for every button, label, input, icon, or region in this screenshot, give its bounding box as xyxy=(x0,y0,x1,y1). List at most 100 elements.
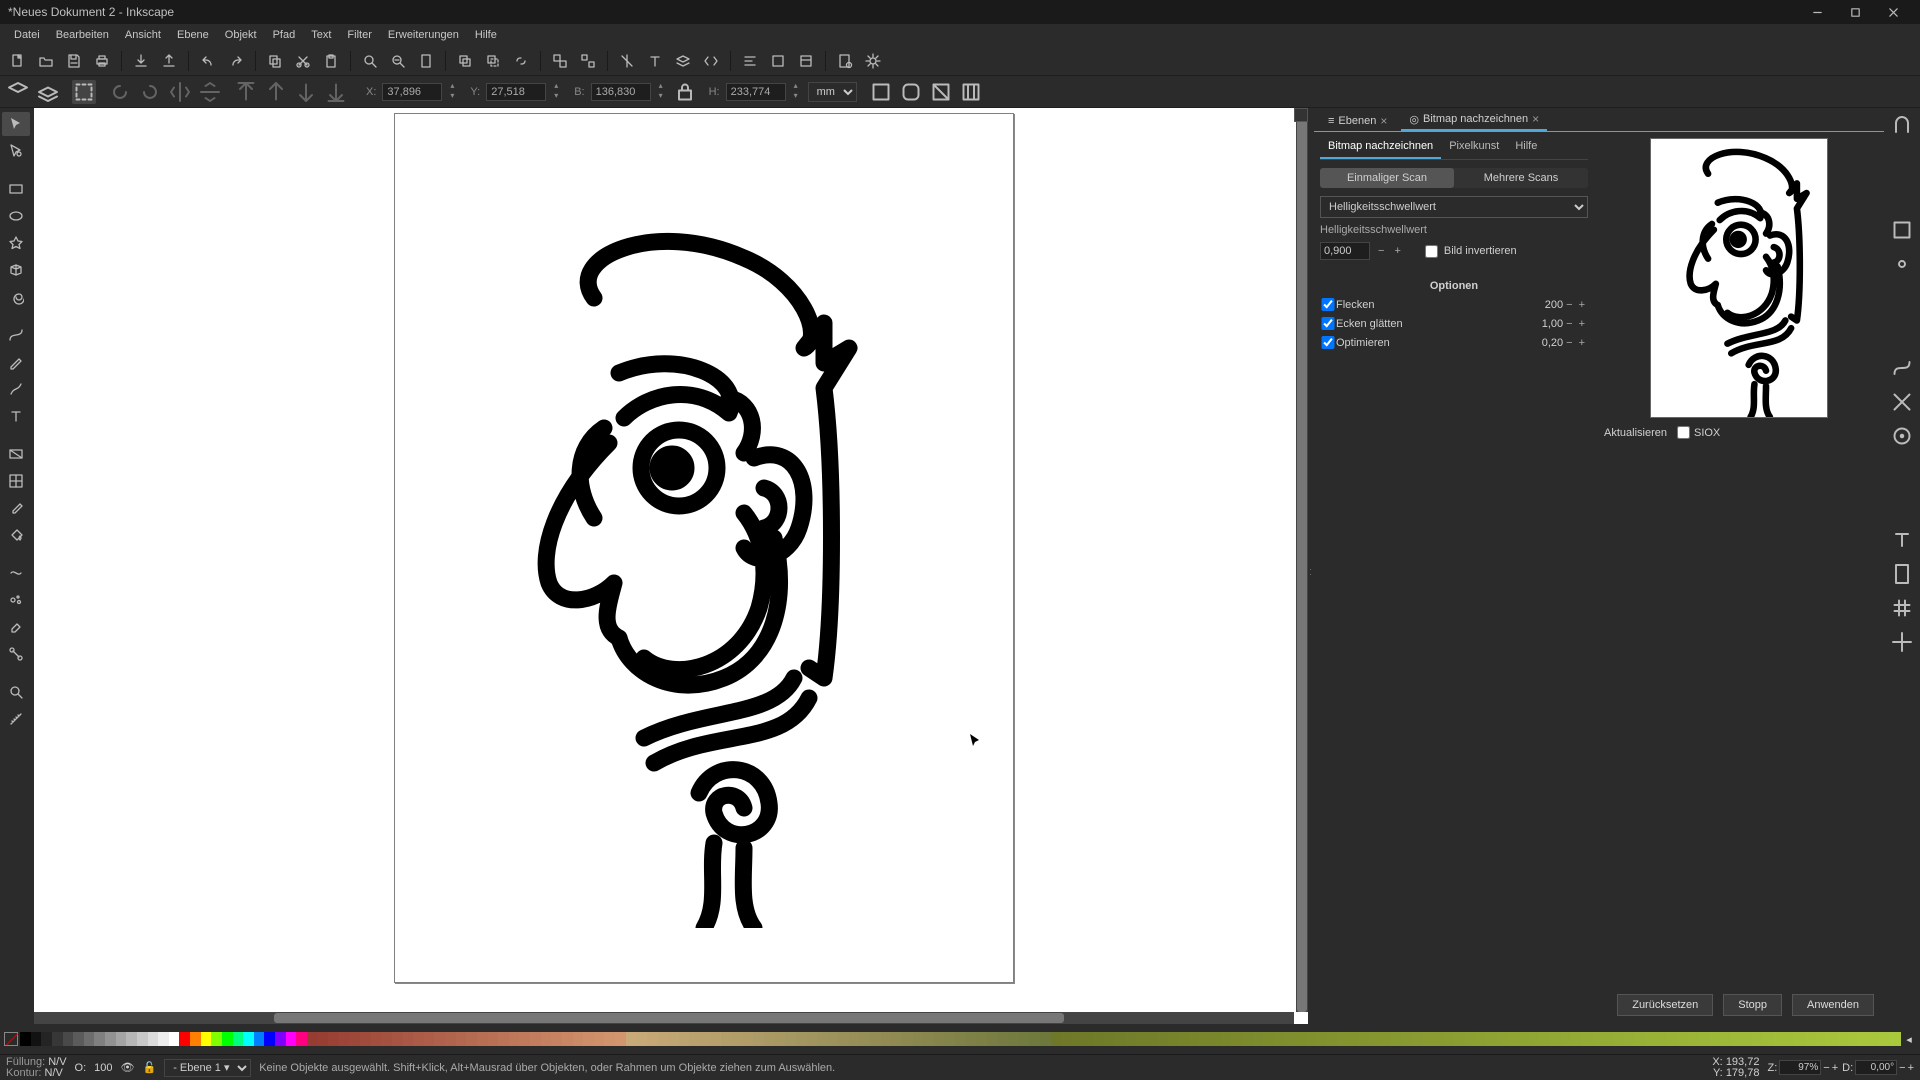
corners-decr[interactable]: − xyxy=(1563,318,1575,330)
undo-button[interactable] xyxy=(196,49,220,73)
layer-visible-icon[interactable]: 👁 xyxy=(121,1061,135,1074)
xml-editor-button[interactable] xyxy=(699,49,723,73)
y-incr[interactable]: ▴ xyxy=(550,82,562,92)
layer-lock-icon[interactable]: 🔓 xyxy=(143,1061,157,1074)
gradient-tool[interactable] xyxy=(2,442,30,466)
menu-edit[interactable]: Bearbeiten xyxy=(48,27,117,43)
lower-button[interactable] xyxy=(294,80,318,104)
fill-stroke-button[interactable] xyxy=(615,49,639,73)
spray-tool[interactable] xyxy=(2,588,30,612)
snap-toggle[interactable] xyxy=(1890,114,1914,138)
rectangle-tool[interactable] xyxy=(2,177,30,201)
menu-help[interactable]: Hilfe xyxy=(467,27,505,43)
menu-file[interactable]: Datei xyxy=(6,27,48,43)
paint-bucket-tool[interactable] xyxy=(2,523,30,547)
rot-input[interactable] xyxy=(1855,1060,1897,1075)
menu-path[interactable]: Pfad xyxy=(265,27,304,43)
menu-layer[interactable]: Ebene xyxy=(169,27,217,43)
zoom-drawing-button[interactable] xyxy=(386,49,410,73)
subtab-pixel[interactable]: Pixelkunst xyxy=(1441,136,1507,159)
paste-button[interactable] xyxy=(319,49,343,73)
h-incr[interactable]: ▴ xyxy=(790,82,802,92)
eraser-tool[interactable] xyxy=(2,615,30,639)
color-palette[interactable]: ◂ xyxy=(0,1024,1920,1054)
siox-checkbox[interactable] xyxy=(1677,426,1690,439)
connector-tool[interactable] xyxy=(2,642,30,666)
canvas[interactable] xyxy=(34,108,1308,1024)
move-gradients-button[interactable] xyxy=(929,80,953,104)
zoom-selection-button[interactable] xyxy=(358,49,382,73)
flip-horizontal-button[interactable] xyxy=(168,80,192,104)
move-patterns-button[interactable] xyxy=(959,80,983,104)
stop-button[interactable]: Stopp xyxy=(1723,994,1782,1016)
window-maximize-button[interactable] xyxy=(1836,0,1874,24)
apply-button[interactable]: Anwenden xyxy=(1792,994,1874,1016)
new-document-button[interactable] xyxy=(6,49,30,73)
update-button[interactable]: Aktualisieren xyxy=(1604,427,1667,439)
tab-layers[interactable]: ≡ Ebenen × xyxy=(1320,111,1395,131)
menu-filter[interactable]: Filter xyxy=(339,27,379,43)
reset-button[interactable]: Zurücksetzen xyxy=(1617,994,1713,1016)
select-current-layer-button[interactable] xyxy=(36,80,60,104)
optimize-incr[interactable]: + xyxy=(1576,337,1588,349)
vertical-scrollbar[interactable] xyxy=(1296,108,1308,1012)
selectors-dialog-button[interactable] xyxy=(794,49,818,73)
menu-extensions[interactable]: Erweiterungen xyxy=(380,27,467,43)
invert-checkbox[interactable] xyxy=(1425,245,1438,258)
panel-splitter[interactable] xyxy=(1308,108,1314,1024)
tab-trace-bitmap[interactable]: ◎ Bitmap nachzeichnen × xyxy=(1401,109,1547,131)
x-input[interactable] xyxy=(382,83,442,101)
raise-button[interactable] xyxy=(264,80,288,104)
scale-stroke-button[interactable] xyxy=(869,80,893,104)
close-layers-tab[interactable]: × xyxy=(1380,114,1387,128)
w-input[interactable] xyxy=(591,83,651,101)
duplicate-button[interactable] xyxy=(453,49,477,73)
export-button[interactable] xyxy=(157,49,181,73)
optimize-decr[interactable]: − xyxy=(1563,337,1575,349)
group-button[interactable] xyxy=(548,49,572,73)
scale-corners-button[interactable] xyxy=(899,80,923,104)
snap-text[interactable] xyxy=(1890,528,1914,552)
mesh-tool[interactable] xyxy=(2,469,30,493)
corners-checkbox[interactable] xyxy=(1320,317,1336,330)
import-button[interactable] xyxy=(129,49,153,73)
window-close-button[interactable] xyxy=(1874,0,1912,24)
trace-method-select[interactable]: Helligkeitsschwellwert xyxy=(1320,196,1588,218)
menu-object[interactable]: Objekt xyxy=(217,27,265,43)
x-incr[interactable]: ▴ xyxy=(446,82,458,92)
mode-single-scan[interactable]: Einmaliger Scan xyxy=(1320,168,1454,188)
h-decr[interactable]: ▾ xyxy=(790,92,802,102)
speckles-checkbox[interactable] xyxy=(1320,298,1336,311)
snap-paths[interactable] xyxy=(1890,356,1914,380)
spiral-tool[interactable] xyxy=(2,285,30,309)
measure-tool[interactable] xyxy=(2,707,30,731)
rotate-90-ccw-button[interactable] xyxy=(108,80,132,104)
ungroup-button[interactable] xyxy=(576,49,600,73)
snap-guides[interactable] xyxy=(1890,630,1914,654)
select-all-layers-button[interactable] xyxy=(6,80,30,104)
fill-indicator[interactable]: Füllung: N/V Kontur: N/V xyxy=(6,1057,67,1079)
zoom-input[interactable] xyxy=(1779,1060,1821,1075)
snap-intersect[interactable] xyxy=(1890,390,1914,414)
horizontal-scrollbar[interactable] xyxy=(34,1012,1294,1024)
h-input[interactable] xyxy=(726,83,786,101)
pencil-tool[interactable] xyxy=(2,350,30,374)
tweak-tool[interactable] xyxy=(2,561,30,585)
open-document-button[interactable] xyxy=(34,49,58,73)
dropper-tool[interactable] xyxy=(2,496,30,520)
print-button[interactable] xyxy=(90,49,114,73)
zoom-page-button[interactable] xyxy=(414,49,438,73)
text-dialog-button[interactable] xyxy=(643,49,667,73)
w-incr[interactable]: ▴ xyxy=(655,82,667,92)
3dbox-tool[interactable] xyxy=(2,258,30,282)
preferences-button[interactable] xyxy=(861,49,885,73)
raise-top-button[interactable] xyxy=(234,80,258,104)
mode-multiple-scans[interactable]: Mehrere Scans xyxy=(1454,168,1588,188)
cut-button[interactable] xyxy=(291,49,315,73)
menu-view[interactable]: Ansicht xyxy=(117,27,169,43)
window-minimize-button[interactable] xyxy=(1798,0,1836,24)
rot-decr[interactable]: − xyxy=(1899,1062,1905,1074)
ruler-toggle[interactable] xyxy=(1294,108,1308,122)
corners-incr[interactable]: + xyxy=(1576,318,1588,330)
y-input[interactable] xyxy=(486,83,546,101)
